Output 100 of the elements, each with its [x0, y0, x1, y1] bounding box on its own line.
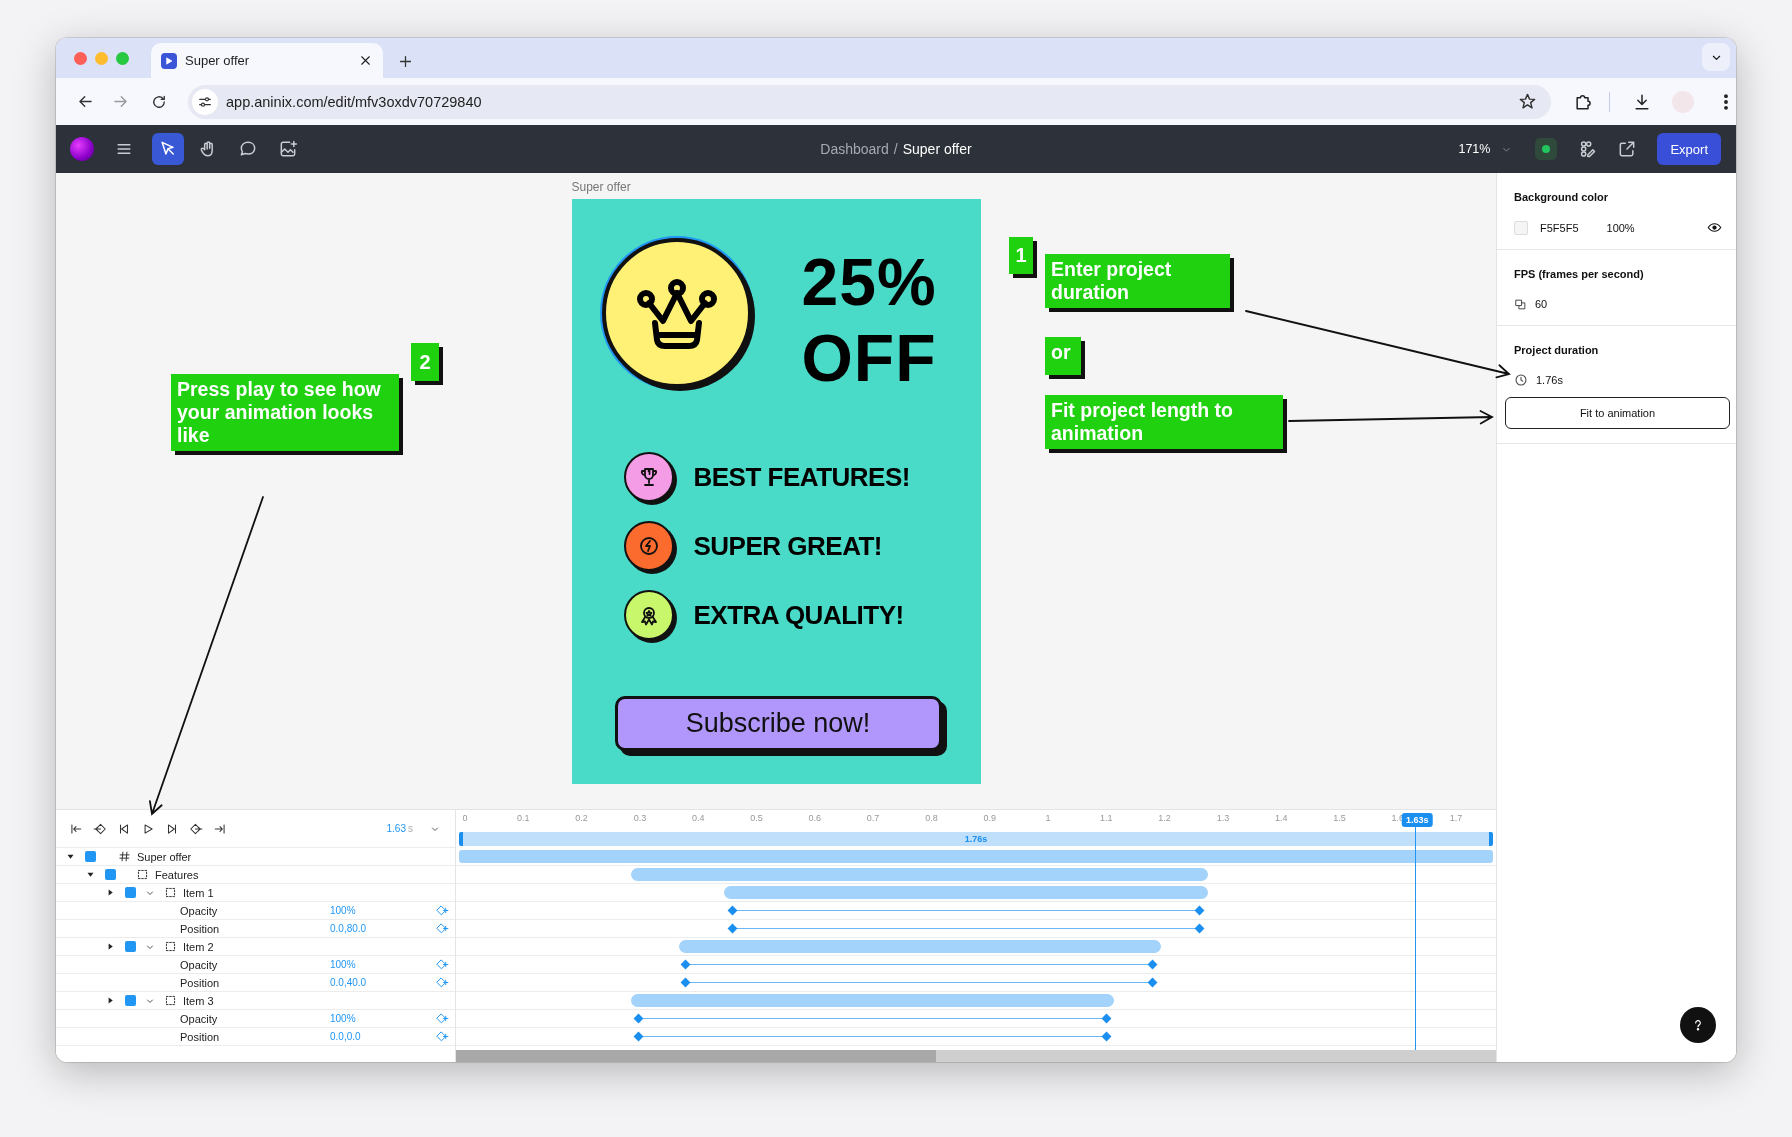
- close-tab-icon[interactable]: [358, 53, 373, 68]
- keyframe[interactable]: [633, 1031, 644, 1042]
- add-keyframe-icon[interactable]: [436, 976, 449, 989]
- breadcrumb-link[interactable]: Dashboard: [820, 141, 889, 157]
- new-tab-icon[interactable]: [397, 53, 414, 70]
- previous-keyframe-icon[interactable]: [93, 821, 107, 836]
- ruler-label: 1.7: [1449, 813, 1463, 823]
- layer-name: Item 1: [183, 886, 214, 899]
- browser-tab[interactable]: Super offer: [151, 43, 383, 78]
- group-icon: [164, 994, 177, 1007]
- ruler-label: 0.3: [633, 813, 647, 823]
- layer-row[interactable]: Features: [56, 866, 455, 884]
- ruler-label: 1.5: [1333, 813, 1346, 823]
- property-name: Position: [180, 1030, 221, 1043]
- add-keyframe-icon[interactable]: [436, 922, 449, 935]
- section-label: FPS (frames per second): [1514, 267, 1645, 281]
- project-title: Super offer: [902, 141, 972, 157]
- fit-to-animation-button[interactable]: Fit to animation: [1505, 397, 1730, 429]
- section-label: Background color: [1514, 190, 1610, 204]
- play-icon[interactable]: [141, 821, 155, 836]
- app-favicon-icon: [161, 52, 177, 69]
- keyframe[interactable]: [727, 923, 738, 934]
- ruler-label: 0.8: [925, 813, 938, 823]
- select-tool[interactable]: [152, 133, 184, 165]
- scrollbar-thumb[interactable]: [456, 1050, 936, 1062]
- export-button[interactable]: Export: [1657, 133, 1721, 165]
- tab-title: Super offer: [185, 53, 251, 68]
- keyframe[interactable]: [1148, 977, 1158, 988]
- eye-icon[interactable]: [1707, 220, 1722, 235]
- keyframe[interactable]: [680, 959, 691, 970]
- close-window-button[interactable]: [74, 52, 87, 65]
- duration-value[interactable]: 1.76s: [1536, 373, 1563, 387]
- speech-bubble-icon: [238, 139, 258, 159]
- property-row[interactable]: Position 0.0,80.0: [56, 920, 455, 938]
- keyframe[interactable]: [633, 1013, 644, 1024]
- layer-name: Features: [155, 868, 199, 881]
- disclosure-triangle-icon[interactable]: [86, 870, 95, 879]
- skip-to-end-icon[interactable]: [213, 821, 227, 836]
- color-hex[interactable]: F5F5F5: [1540, 220, 1579, 235]
- layer-row[interactable]: Item 1: [56, 884, 455, 902]
- layer-name: Item 2: [183, 940, 214, 953]
- feature-text: EXTRA QUALITY!: [693, 599, 904, 631]
- zoom-window-button[interactable]: [116, 52, 129, 65]
- property-row[interactable]: Position 0.0,40.0: [56, 974, 455, 992]
- previous-frame-icon[interactable]: [117, 821, 131, 836]
- next-frame-icon[interactable]: [165, 821, 179, 836]
- property-name: Opacity: [180, 1012, 219, 1025]
- opacity-value[interactable]: 100%: [1606, 220, 1635, 235]
- layer-color-swatch: [85, 851, 96, 862]
- layer-color-swatch: [105, 869, 116, 880]
- layer-row[interactable]: Item 3: [56, 992, 455, 1010]
- breadcrumb-separator: /: [893, 141, 898, 157]
- color-swatch[interactable]: [1514, 220, 1528, 235]
- ruler-label: 0.5: [750, 813, 763, 823]
- disclosure-triangle-icon[interactable]: [106, 942, 115, 951]
- zoom-level[interactable]: 171%: [1458, 142, 1491, 156]
- keyframe[interactable]: [1101, 1013, 1112, 1024]
- fps-value[interactable]: 60: [1535, 297, 1548, 311]
- keyframe[interactable]: [727, 905, 738, 916]
- headline-text: OFF: [801, 320, 937, 396]
- add-keyframe-icon[interactable]: [436, 1030, 449, 1043]
- disclosure-triangle-icon[interactable]: [106, 888, 115, 897]
- keyframe[interactable]: [1101, 1031, 1112, 1042]
- keyframe[interactable]: [680, 977, 691, 988]
- bookmark-star-icon[interactable]: [1518, 92, 1538, 111]
- keyframe[interactable]: [1194, 923, 1205, 934]
- headline-text: 25%: [801, 244, 937, 320]
- property-row[interactable]: Opacity 100%: [56, 1010, 455, 1028]
- add-keyframe-icon[interactable]: [436, 904, 449, 917]
- keyframe[interactable]: [1194, 905, 1205, 916]
- property-name: Opacity: [180, 958, 219, 971]
- property-row[interactable]: Position 0.0,0.0: [56, 1028, 455, 1046]
- status-indicator: [1535, 138, 1558, 160]
- scrollbar[interactable]: [456, 1050, 1496, 1062]
- property-name: Position: [180, 922, 221, 935]
- disclosure-triangle-icon[interactable]: [106, 996, 115, 1005]
- layer-row[interactable]: Item 2: [56, 938, 455, 956]
- skip-to-start-icon[interactable]: [69, 821, 83, 836]
- ruler-label: 1.1: [1100, 813, 1113, 823]
- address-bar[interactable]: app.aninix.com/edit/mfv3oxdv70729840: [188, 84, 1552, 119]
- property-row[interactable]: Opacity 100%: [56, 902, 455, 920]
- property-name: Position: [180, 976, 221, 989]
- disclosure-triangle-icon[interactable]: [66, 852, 75, 861]
- ruler-label: 1: [1045, 813, 1051, 823]
- ruler-label: 1.2: [1158, 813, 1171, 823]
- app-logo[interactable]: [70, 137, 94, 161]
- layer-color-swatch: [125, 995, 136, 1006]
- ruler-label: 0.2: [575, 813, 588, 823]
- ruler-label: 0.7: [866, 813, 880, 823]
- keyframe[interactable]: [1148, 959, 1158, 970]
- ruler-label: 0.6: [808, 813, 822, 823]
- ruler-label: 1.4: [1274, 813, 1288, 823]
- add-keyframe-icon[interactable]: [436, 958, 449, 971]
- layer-name: Item 3: [183, 994, 214, 1007]
- property-row[interactable]: Opacity 100%: [56, 956, 455, 974]
- add-keyframe-icon[interactable]: [436, 1012, 449, 1025]
- layer-row[interactable]: Super offer: [56, 848, 455, 866]
- site-settings-button[interactable]: [192, 88, 218, 115]
- clock-icon: [1514, 373, 1528, 387]
- next-keyframe-icon[interactable]: [189, 821, 203, 836]
